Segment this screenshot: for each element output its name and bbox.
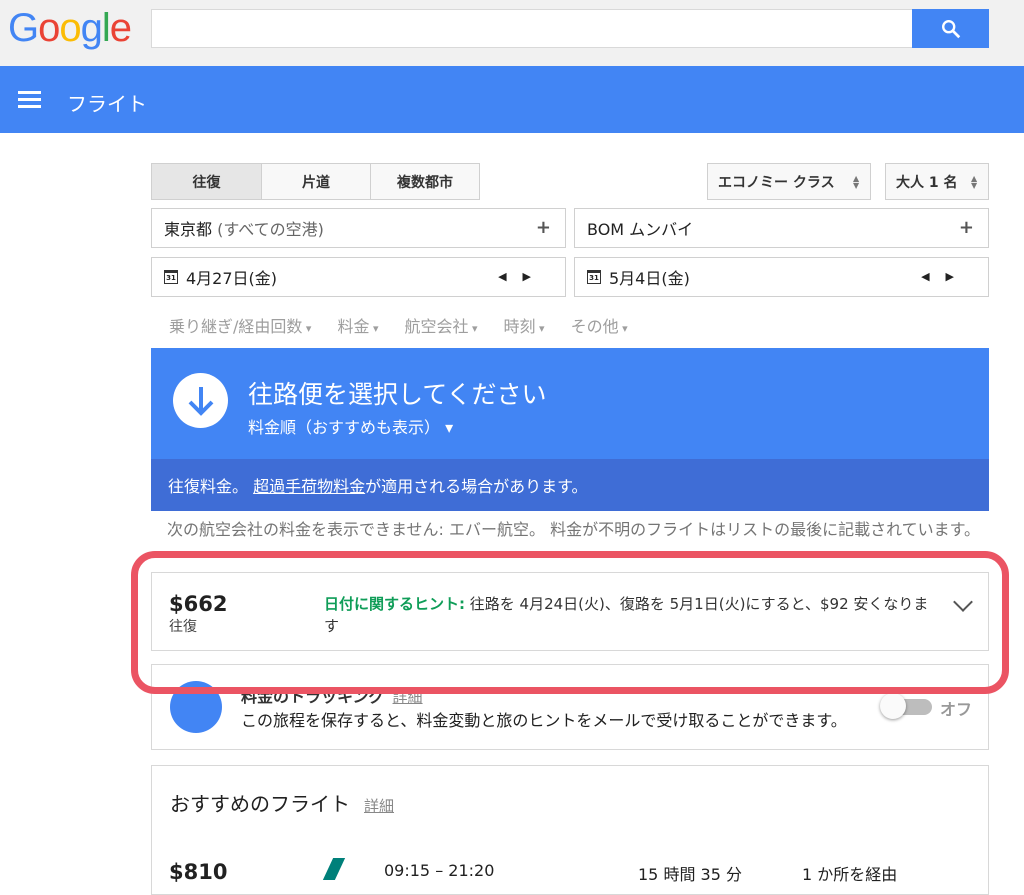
flight-price[interactable]: $810 bbox=[169, 860, 227, 884]
tracking-text: この旅程を保存すると、料金変動と旅のヒントをメールで受け取ることができます。 bbox=[241, 711, 847, 730]
cabin-class-label: エコノミー クラス bbox=[718, 174, 835, 191]
fare-info: 往復料金。 超過手荷物料金が適用される場合があります。 bbox=[151, 459, 989, 511]
filter-more[interactable]: その他 bbox=[571, 313, 628, 337]
passenger-label: 大人 1 名 bbox=[896, 174, 958, 191]
baggage-fee-link[interactable]: 超過手荷物料金 bbox=[253, 477, 365, 496]
trip-type-round-trip[interactable]: 往復 bbox=[151, 163, 262, 200]
add-origin-icon[interactable]: + bbox=[536, 217, 551, 238]
airline-notice: 次の航空会社の料金を表示できません: エバー航空。 料金が不明のフライトはリスト… bbox=[167, 520, 981, 539]
depart-date: 4月27日(金) bbox=[186, 269, 278, 288]
add-destination-icon[interactable]: + bbox=[959, 217, 974, 238]
app-bar: フライト bbox=[0, 66, 1024, 133]
return-date: 5月4日(金) bbox=[609, 269, 690, 288]
toggle-label: オフ bbox=[940, 700, 973, 719]
search-input[interactable] bbox=[151, 9, 913, 48]
filter-airline[interactable]: 航空会社 bbox=[404, 313, 477, 337]
app-title: フライト bbox=[67, 92, 147, 116]
updown-icon: ▲ ▼ bbox=[853, 174, 860, 190]
recommended-details-link[interactable]: 詳細 bbox=[364, 797, 394, 815]
filter-stops[interactable]: 乗り継ぎ/経由回数 bbox=[169, 313, 311, 337]
filter-time[interactable]: 時刻 bbox=[504, 313, 545, 337]
airline-logo bbox=[322, 858, 346, 880]
flight-stops: 1 か所を経由 bbox=[802, 865, 898, 884]
updown-icon: ▲ ▼ bbox=[971, 174, 978, 190]
down-arrow-icon bbox=[173, 373, 228, 428]
depart-date-field[interactable]: 31 4月27日(金) ◀▶ bbox=[151, 257, 566, 297]
menu-icon[interactable] bbox=[18, 91, 41, 108]
trip-type-one-way[interactable]: 片道 bbox=[261, 163, 371, 200]
destination-city: BOM ムンバイ bbox=[587, 220, 694, 239]
flight-duration: 15 時間 35 分 bbox=[638, 865, 742, 884]
return-date-field[interactable]: 31 5月4日(金) ◀▶ bbox=[574, 257, 989, 297]
filter-price[interactable]: 料金 bbox=[337, 313, 378, 337]
calendar-icon: 31 bbox=[587, 270, 601, 284]
highlight-box bbox=[131, 551, 1009, 694]
origin-city: 東京都 bbox=[164, 220, 213, 239]
sort-dropdown[interactable]: 料金順（おすすめも表示） ▾ bbox=[248, 414, 453, 438]
passenger-select[interactable]: 大人 1 名 ▲ ▼ bbox=[885, 163, 989, 200]
toggle-knob[interactable] bbox=[880, 693, 906, 719]
date-arrows-icon[interactable]: ◀▶ bbox=[498, 270, 547, 283]
trip-type-multi-city[interactable]: 複数都市 bbox=[370, 163, 480, 200]
google-logo[interactable]: Google bbox=[8, 6, 132, 51]
date-arrows-icon[interactable]: ◀▶ bbox=[921, 270, 970, 283]
origin-sub: (すべての空港) bbox=[217, 220, 324, 239]
select-outbound-banner: 往路便を選択してください 料金順（おすすめも表示） ▾ bbox=[151, 348, 989, 459]
destination-field[interactable]: BOM ムンバイ + bbox=[574, 208, 989, 248]
search-icon bbox=[941, 19, 960, 38]
origin-field[interactable]: 東京都 (すべての空港) + bbox=[151, 208, 566, 248]
search-button[interactable] bbox=[912, 9, 989, 48]
flight-time: 09:15 – 21:20 bbox=[384, 861, 495, 880]
recommended-title: おすすめのフライト 詳細 bbox=[170, 792, 395, 816]
recommended-flights: おすすめのフライト 詳細 $810 09:15 – 21:20 15 時間 35 … bbox=[151, 765, 989, 895]
top-bar: Google bbox=[0, 0, 1024, 66]
cabin-class-select[interactable]: エコノミー クラス ▲ ▼ bbox=[707, 163, 871, 200]
banner-title: 往路便を選択してください bbox=[248, 380, 547, 409]
calendar-icon: 31 bbox=[164, 270, 178, 284]
filter-bar: 乗り継ぎ/経由回数 料金 航空会社 時刻 その他 bbox=[169, 313, 654, 337]
